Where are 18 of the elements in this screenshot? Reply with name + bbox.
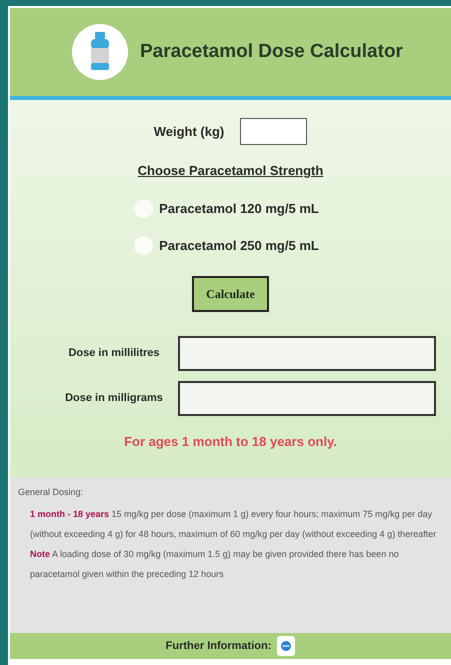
- further-information-label: Further Information:: [166, 638, 272, 654]
- dosing-heading: General Dosing:: [18, 486, 84, 499]
- strength-heading: Choose Paracetamol Strength: [138, 162, 324, 180]
- dosing-note: Note A loading dose of 30 mg/kg (maximum 1.5 g) may be given provided there has been no paracetamol given within the preceding 12 hours: [30, 548, 400, 581]
- option-label[interactable]: Paracetamol 120 mg/5 mL: [159, 198, 319, 218]
- calculate-button[interactable]: Calculate: [192, 276, 269, 312]
- result-label: Dose in milligrams: [64, 390, 164, 406]
- app-title: Paracetamol Dose Calculator: [140, 40, 403, 64]
- weight-field[interactable]: [240, 118, 308, 145]
- option-label[interactable]: Paracetamol 250 mg/5 mL: [159, 236, 319, 256]
- result-label: Dose in millilitres: [67, 346, 161, 361]
- age-warning: For ages 1 month to 18 years only.: [124, 432, 337, 451]
- weight-label: Weight (kg): [154, 122, 224, 141]
- dosing-note: 1 month - 18 years 15 mg/kg per dose (maximum 1 g) every four hours; maximum 75 mg/kg per day (without exceeding 4 g) for 48 hours, maximum of 60 mg/kg per day (without exceeding 4 g) thereafter: [30, 508, 438, 541]
- info-icon[interactable]: [277, 636, 296, 656]
- radio-button[interactable]: [134, 198, 154, 218]
- bottle-icon: [72, 24, 128, 80]
- radio-button[interactable]: [134, 236, 154, 256]
